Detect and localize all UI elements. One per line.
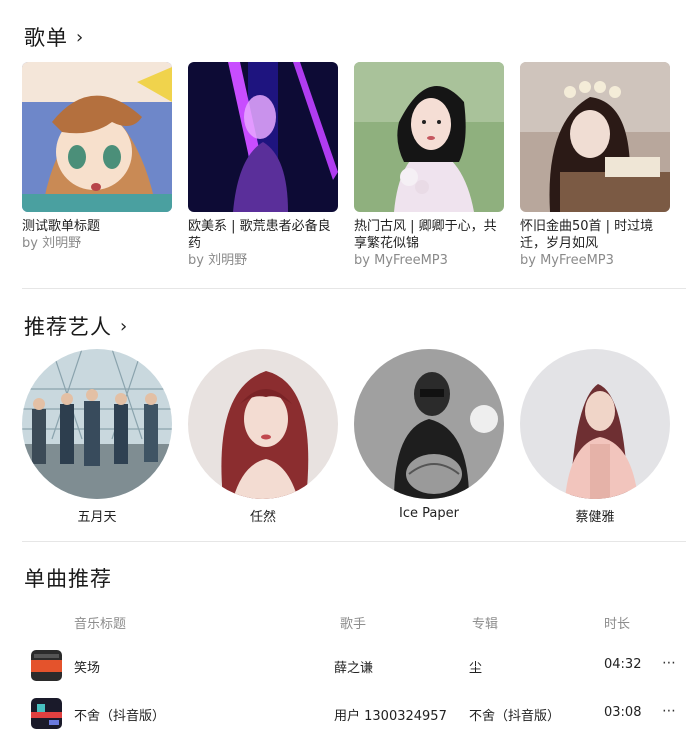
song-title[interactable]: 不舍（抖音版） xyxy=(74,705,165,724)
playlist-author: by MyFreeMP3 xyxy=(354,253,448,268)
playlist-cover xyxy=(354,62,504,212)
table-row[interactable]: 笑场 薛之谦 尘 04:32 ⋯ xyxy=(0,648,686,684)
artist-card[interactable]: 五月天 xyxy=(22,349,172,525)
song-cover xyxy=(31,698,62,729)
playlist-author: by 刘明野 xyxy=(22,236,82,251)
playlists-title: 歌单 xyxy=(24,26,68,50)
divider xyxy=(22,288,686,289)
playlist-card[interactable]: 欧美系 | 歌荒患者必备良药 by 刘明野 xyxy=(188,62,338,270)
artists-title: 推荐艺人 xyxy=(24,315,112,339)
playlist-card[interactable]: 热门古风 | 卿卿于心，共享繁花似锦 by MyFreeMP3 xyxy=(354,62,504,270)
playlist-author: by 刘明野 xyxy=(188,253,248,268)
column-header-title[interactable]: 音乐标题 xyxy=(74,613,126,632)
playlist-title[interactable]: 测试歌单标题 xyxy=(22,218,172,235)
songs-title: 单曲推荐 xyxy=(24,567,112,591)
playlist-title[interactable]: 怀旧金曲50首 | 时过境迁，岁月如风 xyxy=(520,218,670,252)
playlist-cover xyxy=(188,62,338,212)
artist-name[interactable]: Ice Paper xyxy=(354,506,504,521)
chevron-right-icon: › xyxy=(76,26,85,48)
playlist-card[interactable]: 测试歌单标题 by 刘明野 xyxy=(22,62,172,270)
playlist-cover xyxy=(520,62,670,212)
playlist-title[interactable]: 欧美系 | 歌荒患者必备良药 xyxy=(188,218,338,252)
songs-header: 单曲推荐 xyxy=(24,563,112,593)
artist-avatar xyxy=(354,349,504,499)
column-header-album[interactable]: 专辑 xyxy=(472,613,498,632)
artist-card[interactable]: 任然 xyxy=(188,349,338,525)
artist-name[interactable]: 任然 xyxy=(188,506,338,525)
playlists-header[interactable]: 歌单 › xyxy=(24,22,84,52)
artist-card[interactable]: 蔡健雅 xyxy=(520,349,670,525)
artist-avatar xyxy=(188,349,338,499)
artist-grid: 五月天 任然 Ice Paper 蔡健雅 xyxy=(22,349,670,525)
column-header-duration[interactable]: 时长 xyxy=(604,613,630,632)
song-album[interactable]: 不舍（抖音版） xyxy=(469,705,560,724)
song-title[interactable]: 笑场 xyxy=(74,657,100,676)
artist-avatar xyxy=(520,349,670,499)
artist-name[interactable]: 五月天 xyxy=(22,506,172,525)
playlist-card[interactable]: 怀旧金曲50首 | 时过境迁，岁月如风 by MyFreeMP3 xyxy=(520,62,670,270)
playlist-grid: 测试歌单标题 by 刘明野 欧美系 | 歌荒患者必备良药 by 刘明野 热门古风… xyxy=(22,62,670,270)
column-header-artist[interactable]: 歌手 xyxy=(340,613,366,632)
divider xyxy=(22,541,686,542)
more-horizontal-icon[interactable]: ⋯ xyxy=(662,655,677,671)
song-duration: 03:08 xyxy=(604,705,642,720)
chevron-right-icon: › xyxy=(120,315,129,337)
artists-header[interactable]: 推荐艺人 › xyxy=(24,311,128,341)
song-artist[interactable]: 用户 1300324957 xyxy=(334,705,447,724)
playlist-title[interactable]: 热门古风 | 卿卿于心，共享繁花似锦 xyxy=(354,218,504,252)
artist-name[interactable]: 蔡健雅 xyxy=(520,506,670,525)
table-row[interactable]: 不舍（抖音版） 用户 1300324957 不舍（抖音版） 03:08 ⋯ xyxy=(0,696,686,732)
playlist-cover xyxy=(22,62,172,212)
playlist-author: by MyFreeMP3 xyxy=(520,253,614,268)
artist-avatar xyxy=(22,349,172,499)
song-artist[interactable]: 薛之谦 xyxy=(334,657,373,676)
song-cover xyxy=(31,650,62,681)
artist-card[interactable]: Ice Paper xyxy=(354,349,504,525)
song-album[interactable]: 尘 xyxy=(469,657,482,676)
more-horizontal-icon[interactable]: ⋯ xyxy=(662,703,677,719)
song-duration: 04:32 xyxy=(604,657,642,672)
